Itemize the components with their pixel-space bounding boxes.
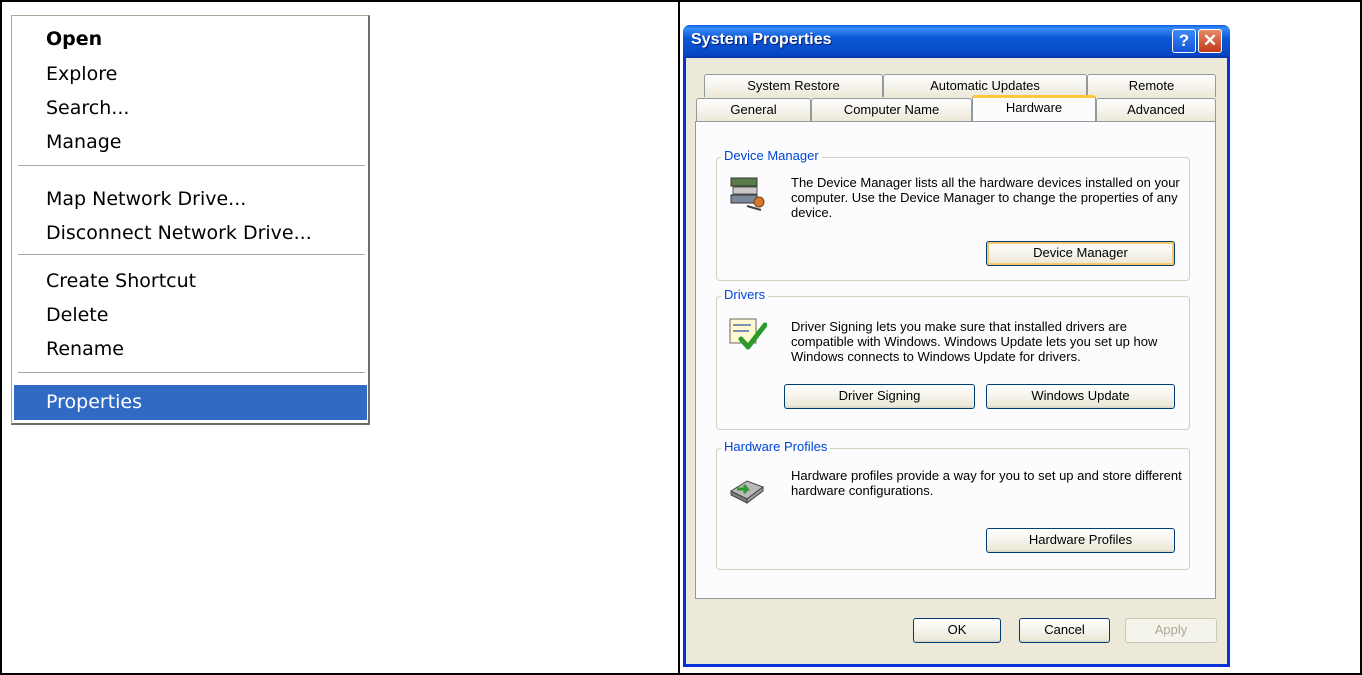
apply-button[interactable]: Apply (1125, 618, 1217, 643)
tab-general[interactable]: General (696, 98, 811, 121)
device-manager-group: Device Manager The Device Manager lists … (716, 148, 1190, 281)
context-menu: Open Explore Search... Manage Map Networ… (11, 15, 370, 425)
menu-item-properties[interactable]: Properties (14, 385, 367, 420)
device-manager-button[interactable]: Device Manager (986, 241, 1175, 266)
tab-remote[interactable]: Remote (1087, 74, 1216, 97)
cancel-button[interactable]: Cancel (1019, 618, 1110, 643)
menu-separator (18, 165, 365, 167)
drivers-description: Driver Signing lets you make sure that i… (791, 319, 1158, 364)
hardware-profiles-group: Hardware Profiles Hardware profiles prov… (716, 439, 1190, 570)
windows-update-button[interactable]: Windows Update (986, 384, 1175, 409)
menu-item-open[interactable]: Open (14, 22, 367, 57)
table-divider (678, 0, 680, 675)
hardware-profiles-icon (729, 480, 765, 504)
hardware-profiles-description: Hardware profiles provide a way for you … (791, 468, 1182, 498)
menu-separator (18, 372, 365, 374)
menu-item-search[interactable]: Search... (14, 91, 367, 126)
device-manager-icon (730, 177, 765, 211)
menu-item-rename[interactable]: Rename (14, 332, 367, 367)
tab-hardware[interactable]: Hardware (972, 95, 1096, 121)
ok-button[interactable]: OK (913, 618, 1001, 643)
menu-item-delete[interactable]: Delete (14, 298, 367, 333)
menu-item-disconnect-network-drive[interactable]: Disconnect Network Drive... (14, 216, 367, 251)
tab-advanced[interactable]: Advanced (1096, 98, 1216, 121)
title-bar[interactable]: System Properties ? ✕ (683, 25, 1230, 58)
tab-system-restore[interactable]: System Restore (704, 74, 883, 97)
system-properties-dialog: System Properties ? ✕ System Restore Aut… (683, 25, 1230, 667)
menu-item-create-shortcut[interactable]: Create Shortcut (14, 264, 367, 299)
dialog-title: System Properties (691, 31, 832, 48)
hardware-tab-panel: Device Manager The Device Manager lists … (695, 121, 1216, 599)
menu-item-explore[interactable]: Explore (14, 57, 367, 92)
group-label-device-manager: Device Manager (721, 148, 822, 163)
hardware-profiles-button[interactable]: Hardware Profiles (986, 528, 1175, 553)
group-label-hardware-profiles: Hardware Profiles (721, 439, 831, 454)
driver-signing-button[interactable]: Driver Signing (784, 384, 975, 409)
tab-automatic-updates[interactable]: Automatic Updates (883, 74, 1087, 97)
device-manager-description: The Device Manager lists all the hardwar… (791, 175, 1180, 220)
help-button[interactable]: ? (1172, 29, 1196, 53)
group-label-drivers: Drivers (721, 287, 769, 302)
tab-computer-name[interactable]: Computer Name (811, 98, 972, 121)
menu-separator (18, 254, 365, 256)
drivers-group: Drivers Driver Signing lets you make sur… (716, 287, 1190, 430)
menu-item-manage[interactable]: Manage (14, 125, 367, 160)
driver-signing-icon (729, 318, 767, 350)
menu-item-map-network-drive[interactable]: Map Network Drive... (14, 182, 367, 217)
close-button[interactable]: ✕ (1198, 29, 1222, 53)
